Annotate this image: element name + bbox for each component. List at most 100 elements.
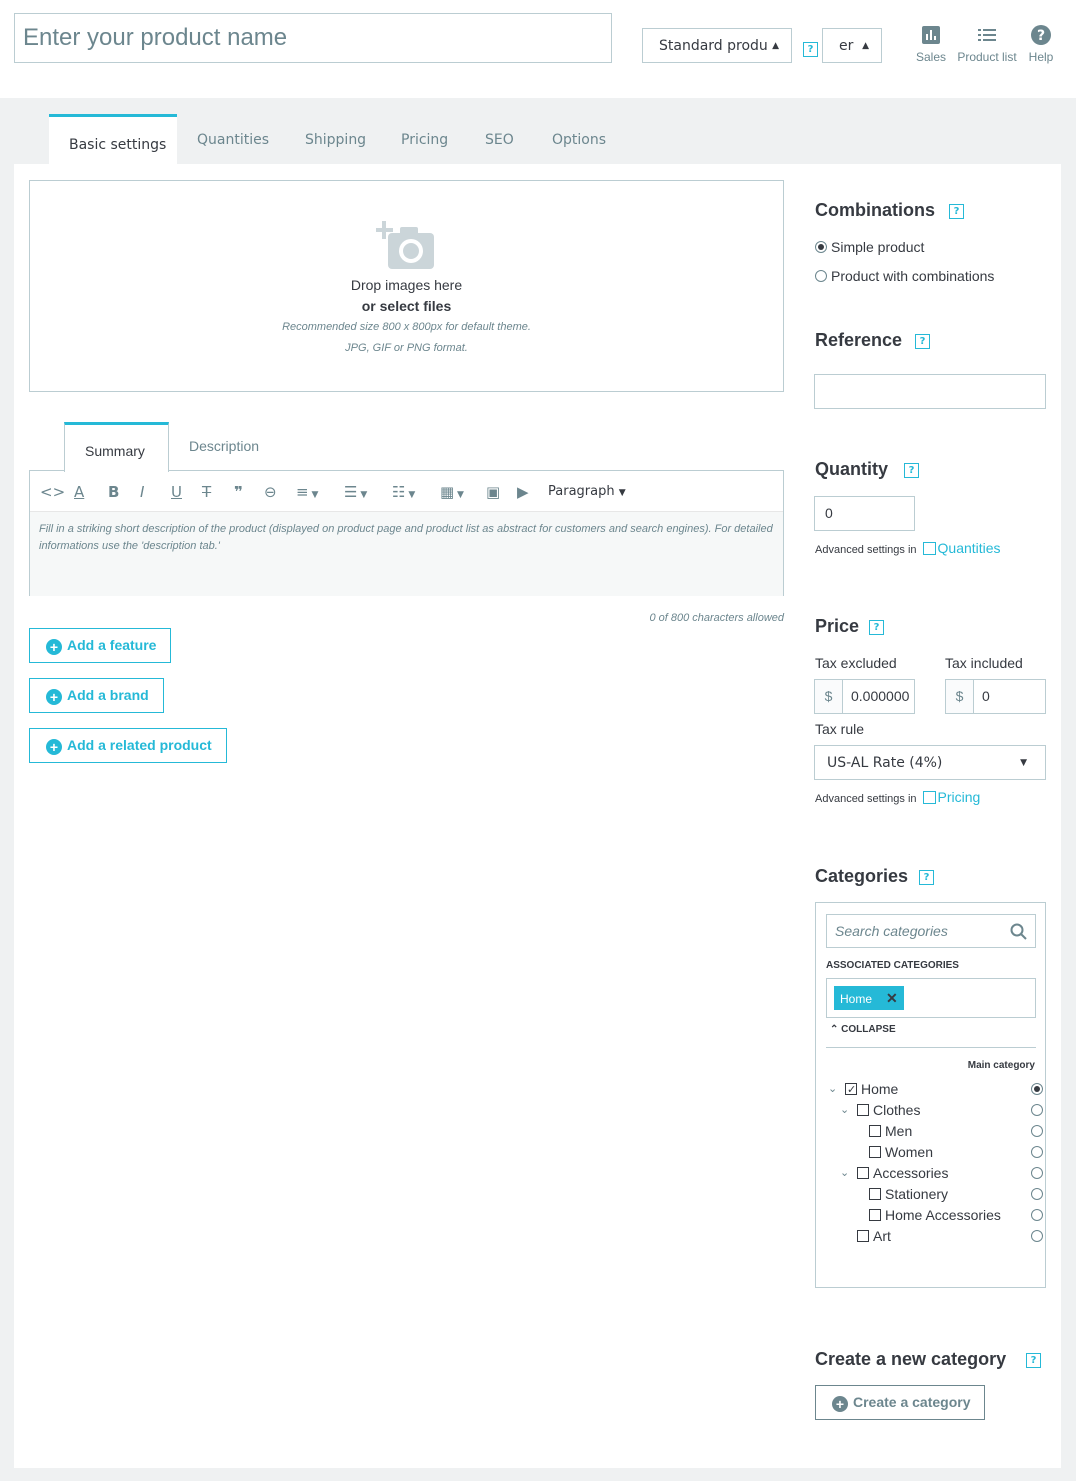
image-icon[interactable]: ▣ bbox=[486, 482, 500, 502]
pricing-link[interactable]: Pricing bbox=[938, 789, 981, 805]
tree-item-art[interactable]: Art bbox=[828, 1226, 1043, 1247]
checkbox[interactable] bbox=[869, 1125, 881, 1137]
category-search-input[interactable]: Search categories bbox=[826, 914, 1036, 948]
numbered-list-icon[interactable]: ☷ ▼ bbox=[392, 482, 415, 502]
chevron-down-icon[interactable]: ⌄ bbox=[840, 1163, 849, 1184]
link-icon[interactable]: ⊖ bbox=[264, 482, 277, 502]
main-category-radio[interactable] bbox=[1031, 1167, 1043, 1179]
code-icon[interactable]: <> bbox=[40, 482, 65, 502]
tree-item-clothes[interactable]: ⌄ Clothes bbox=[828, 1100, 1043, 1121]
main-category-radio[interactable] bbox=[1031, 1104, 1043, 1116]
select-files-link[interactable]: or select files bbox=[30, 298, 783, 314]
add-brand-button[interactable]: + Add a brand bbox=[29, 678, 164, 713]
checkbox[interactable] bbox=[869, 1146, 881, 1158]
add-related-label: Add a related product bbox=[67, 737, 212, 753]
add-photo-icon bbox=[376, 221, 434, 269]
align-icon[interactable]: ≡ ▼ bbox=[296, 482, 318, 502]
add-feature-button[interactable]: + Add a feature bbox=[29, 628, 172, 663]
tab-shipping[interactable]: Shipping bbox=[285, 114, 386, 165]
tax-excluded-input[interactable]: $ 0.000000 bbox=[814, 679, 915, 714]
quantities-link[interactable]: Quantities bbox=[938, 540, 1001, 556]
language-select[interactable]: er ▲ bbox=[822, 28, 882, 63]
external-link-icon bbox=[922, 791, 936, 804]
tax-excluded-value: 0.000000 bbox=[851, 688, 910, 704]
tree-item-women[interactable]: Women bbox=[828, 1142, 1043, 1163]
text-color-icon[interactable]: A bbox=[74, 482, 84, 502]
tree-label: Home bbox=[861, 1081, 899, 1097]
checkbox[interactable] bbox=[857, 1230, 869, 1242]
main-category-radio[interactable] bbox=[1031, 1188, 1043, 1200]
product-type-value: Standard produ bbox=[659, 38, 768, 54]
tab-summary[interactable]: Summary bbox=[64, 422, 169, 472]
summary-text-area[interactable]: Fill in a striking short description of … bbox=[30, 512, 783, 596]
checkbox[interactable] bbox=[869, 1209, 881, 1221]
main-category-radio[interactable] bbox=[1031, 1209, 1043, 1221]
category-search-placeholder: Search categories bbox=[835, 923, 948, 939]
remove-tag-icon[interactable]: ✕ bbox=[886, 990, 898, 1006]
help-label: Help bbox=[1028, 50, 1054, 64]
bullet-list-icon[interactable]: ☰ ▼ bbox=[344, 482, 367, 502]
new-category-help-icon[interactable]: ? bbox=[1026, 1353, 1041, 1368]
quantity-input[interactable]: 0 bbox=[814, 496, 915, 531]
price-help-icon[interactable]: ? bbox=[869, 620, 884, 635]
tax-included-label: Tax included bbox=[945, 655, 1023, 671]
tab-options[interactable]: Options bbox=[532, 114, 626, 165]
add-brand-label: Add a brand bbox=[67, 687, 149, 703]
plus-circle-icon: + bbox=[46, 689, 62, 705]
tree-item-men[interactable]: Men bbox=[828, 1121, 1043, 1142]
image-dropzone[interactable]: Drop images here or select files Recomme… bbox=[29, 180, 784, 392]
tab-quantities[interactable]: Quantities bbox=[177, 114, 289, 165]
main-category-radio[interactable] bbox=[1031, 1146, 1043, 1158]
plus-circle-icon: + bbox=[46, 639, 62, 655]
product-name-input[interactable]: Enter your product name bbox=[14, 13, 612, 63]
product-list-action[interactable]: Product list bbox=[954, 24, 1020, 64]
quantity-adv-label: Advanced settings in bbox=[815, 544, 917, 556]
main-category-radio[interactable] bbox=[1031, 1230, 1043, 1242]
tax-rule-select[interactable]: US-AL Rate (4%) ▼ bbox=[814, 745, 1046, 780]
tree-item-home[interactable]: ⌄ Home bbox=[828, 1079, 1043, 1101]
sales-action[interactable]: Sales bbox=[914, 24, 948, 64]
product-type-select[interactable]: Standard produ ▲ bbox=[642, 28, 792, 63]
media-icon[interactable]: ▶ bbox=[517, 482, 529, 502]
main-category-radio[interactable] bbox=[1031, 1125, 1043, 1137]
bold-icon[interactable]: B bbox=[108, 482, 119, 502]
tree-item-accessories[interactable]: ⌄ Accessories bbox=[828, 1163, 1043, 1184]
tax-included-input[interactable]: $ 0 bbox=[945, 679, 1046, 714]
tab-pricing[interactable]: Pricing bbox=[381, 114, 468, 165]
categories-help-icon[interactable]: ? bbox=[919, 870, 934, 885]
sort-arrows-icon: ▲ bbox=[772, 41, 779, 51]
quote-icon[interactable]: ❞ bbox=[234, 482, 243, 502]
reference-help-icon[interactable]: ? bbox=[915, 334, 930, 349]
create-category-button[interactable]: + Create a category bbox=[815, 1385, 985, 1420]
quantity-help-icon[interactable]: ? bbox=[904, 463, 919, 478]
table-icon[interactable]: ▦ ▼ bbox=[440, 482, 464, 502]
underline-icon[interactable]: U bbox=[171, 482, 182, 502]
help-action[interactable]: ? Help bbox=[1026, 24, 1056, 64]
strikethrough-icon[interactable]: T bbox=[202, 482, 211, 502]
tree-item-stationery[interactable]: Stationery bbox=[828, 1184, 1043, 1205]
tab-description[interactable]: Description bbox=[169, 422, 279, 471]
add-related-product-button[interactable]: + Add a related product bbox=[29, 728, 227, 763]
main-category-radio[interactable] bbox=[1031, 1083, 1043, 1095]
italic-icon[interactable]: I bbox=[140, 482, 144, 502]
tab-basic-settings[interactable]: Basic settings bbox=[49, 114, 177, 165]
format-dropdown[interactable]: Paragraph ▼ bbox=[548, 482, 626, 502]
reference-input[interactable] bbox=[814, 374, 1046, 409]
summary-editor[interactable]: <> A B I U T ❞ ⊖ ≡ ▼ ☰ ▼ ☷ ▼ ▦ ▼ ▣ ▶ Par… bbox=[29, 470, 784, 596]
combinations-help-icon[interactable]: ? bbox=[949, 204, 964, 219]
combinations-product-option[interactable]: Product with combinations bbox=[815, 268, 994, 284]
tab-seo[interactable]: SEO bbox=[465, 114, 534, 165]
chevron-down-icon[interactable]: ⌄ bbox=[840, 1100, 849, 1121]
checkbox[interactable] bbox=[857, 1167, 869, 1179]
product-type-help-icon[interactable]: ? bbox=[803, 42, 818, 57]
checkbox-checked[interactable] bbox=[845, 1080, 857, 1101]
tax-rule-value: US-AL Rate (4%) bbox=[827, 755, 943, 771]
simple-product-option[interactable]: Simple product bbox=[815, 239, 924, 255]
checkbox[interactable] bbox=[857, 1104, 869, 1116]
checkbox[interactable] bbox=[869, 1188, 881, 1200]
tree-label: Women bbox=[885, 1144, 933, 1160]
collapse-toggle[interactable]: ⌃ COLLAPSE bbox=[830, 1024, 896, 1035]
tree-item-home-accessories[interactable]: Home Accessories bbox=[828, 1205, 1043, 1226]
category-tag-label: Home bbox=[840, 992, 873, 1006]
chevron-down-icon[interactable]: ⌄ bbox=[828, 1079, 837, 1100]
